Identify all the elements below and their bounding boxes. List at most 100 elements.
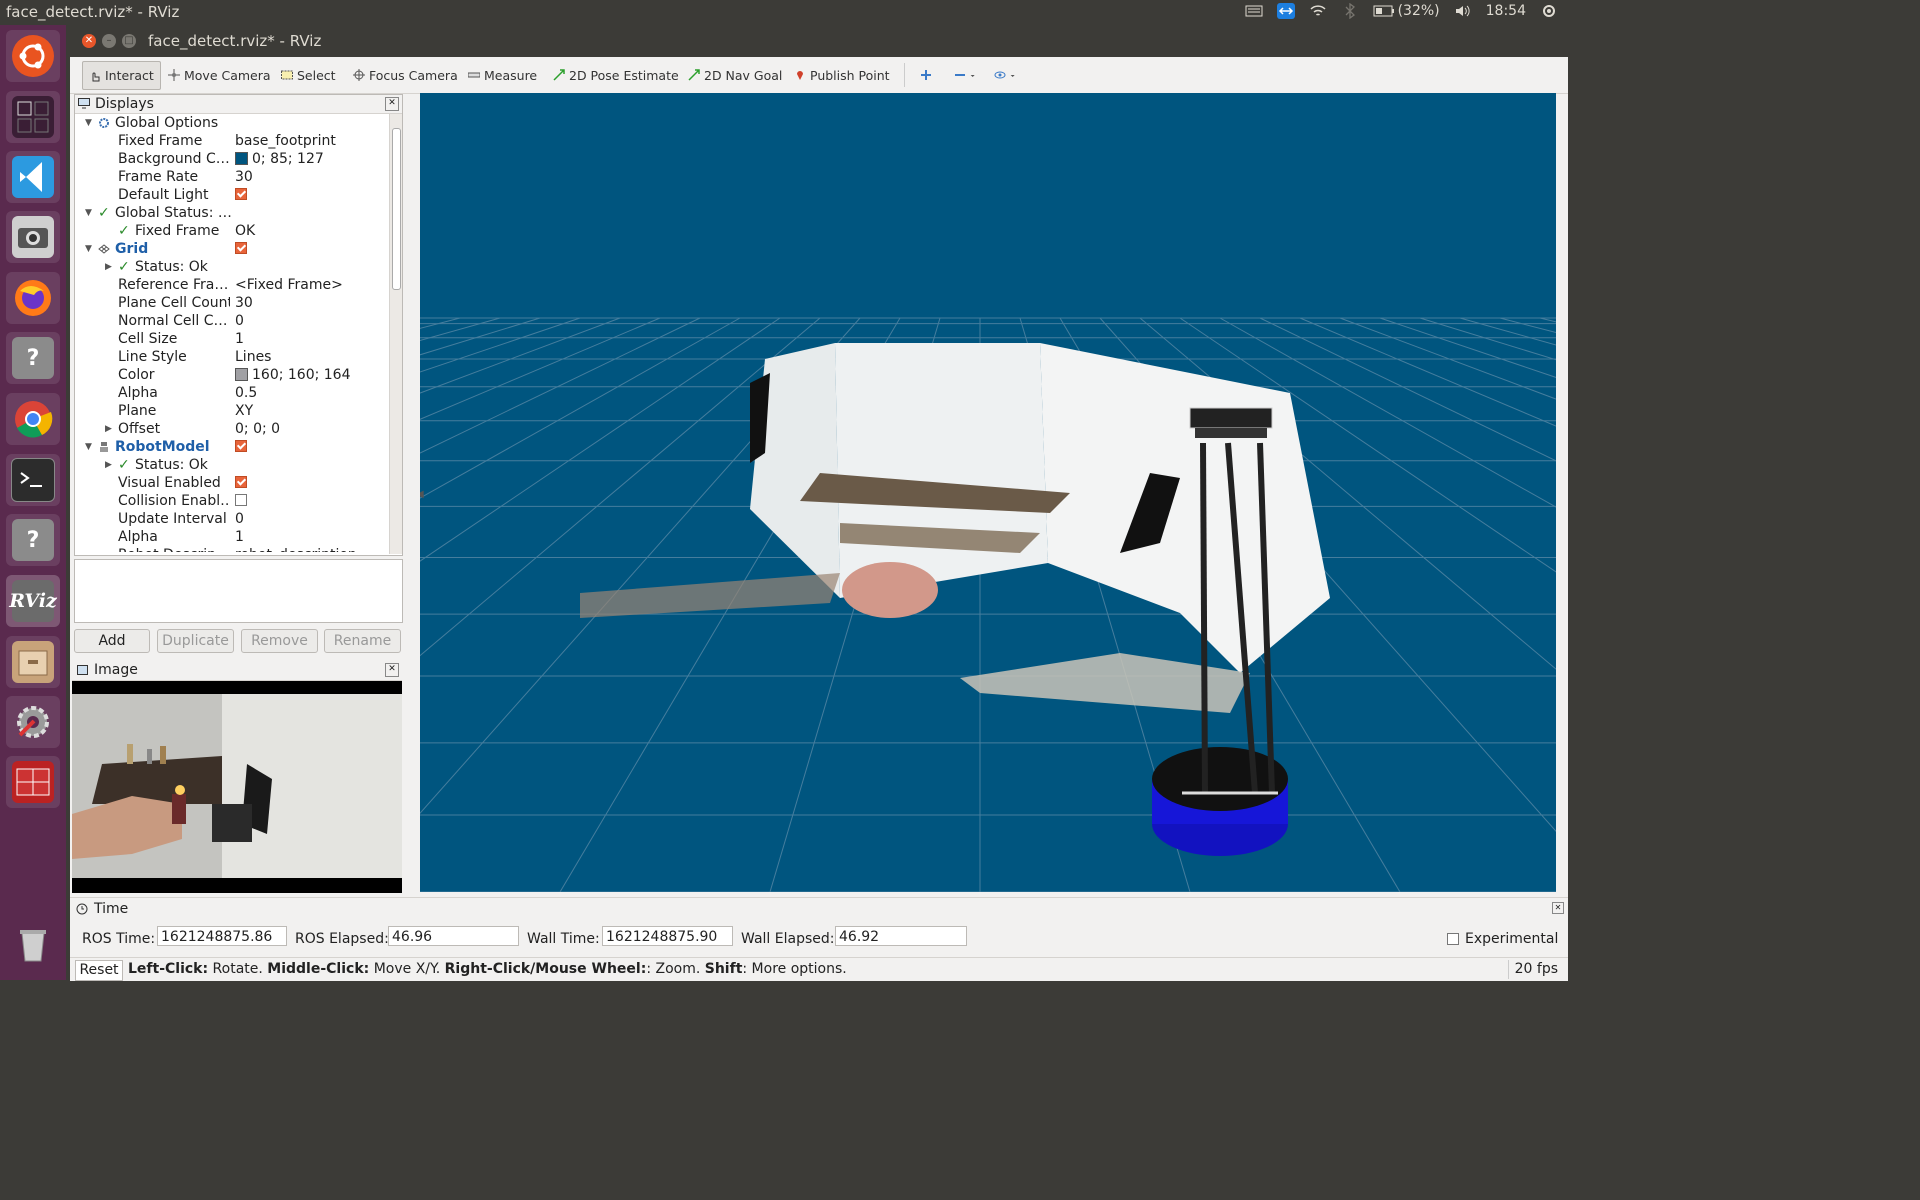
bluetooth-icon[interactable] — [1341, 3, 1359, 19]
displays-scrollbar[interactable] — [389, 114, 402, 554]
tree-row-fixed-frame[interactable]: Fixed Frame base_footprint — [75, 132, 387, 150]
tree-row-grid-status[interactable]: ▶ ✓ Status: Ok — [75, 258, 387, 276]
expand-arrow-icon[interactable]: ▼ — [85, 240, 92, 258]
launcher-item-ubuntu[interactable] — [6, 30, 60, 82]
tree-value[interactable]: 0 — [235, 312, 244, 330]
launcher-item-unknown-2[interactable]: ? — [6, 514, 60, 566]
tree-row-plane-cell-count[interactable]: Plane Cell Count 30 — [75, 294, 387, 312]
volume-icon[interactable] — [1454, 3, 1472, 19]
pose-estimate-tool-button[interactable]: 2D Pose Estimate — [553, 64, 679, 86]
expand-arrow-icon[interactable]: ▼ — [85, 204, 92, 222]
grid-enabled-checkbox[interactable] — [235, 240, 247, 258]
tree-value[interactable]: <Fixed Frame> — [235, 276, 343, 294]
tree-value[interactable]: XY — [235, 402, 253, 420]
launcher-item-vscode[interactable] — [6, 151, 60, 203]
3d-render-view[interactable]: ◀ — [420, 93, 1556, 892]
visual-enabled-checkbox[interactable] — [235, 474, 247, 492]
tool-properties-button[interactable] — [994, 64, 1018, 86]
tree-value[interactable]: 1 — [235, 330, 244, 348]
expand-arrow-icon[interactable]: ▼ — [85, 114, 92, 132]
minimize-window-button[interactable]: – — [102, 34, 116, 48]
publish-point-tool-button[interactable]: Publish Point — [794, 64, 890, 86]
tree-row-alpha[interactable]: Alpha 0.5 — [75, 384, 387, 402]
launcher-item-unknown-1[interactable]: ? — [6, 332, 60, 384]
tree-row-cell-size[interactable]: Cell Size 1 — [75, 330, 387, 348]
3d-scene[interactable]: ◀ — [420, 93, 1556, 892]
move-camera-tool-button[interactable]: Move Camera — [168, 64, 271, 86]
teamviewer-icon[interactable] — [1276, 3, 1295, 19]
left-splitter-arrow[interactable]: ◀ — [420, 489, 424, 500]
power-gear-icon[interactable] — [1540, 3, 1558, 19]
launcher-item-files[interactable] — [6, 636, 60, 688]
tree-value-color[interactable]: 0; 85; 127 — [235, 150, 324, 168]
add-display-button[interactable]: Add — [74, 629, 150, 653]
tree-row-default-light[interactable]: Default Light — [75, 186, 387, 204]
robotmodel-enabled-checkbox[interactable] — [235, 438, 247, 456]
duplicate-display-button[interactable]: Duplicate — [157, 629, 234, 653]
launcher-item-firefox[interactable] — [6, 272, 60, 324]
tree-row-plane[interactable]: Plane XY — [75, 402, 387, 420]
close-panel-button[interactable]: ✕ — [385, 97, 399, 111]
maximize-window-button[interactable]: □ — [122, 34, 136, 48]
tree-row-robotmodel[interactable]: ▼ RobotModel — [75, 438, 387, 456]
keyboard-icon[interactable] — [1245, 3, 1263, 19]
tree-row-robotmodel-status[interactable]: ▶ ✓ Status: Ok — [75, 456, 387, 474]
tree-row-grid[interactable]: ▼ Grid — [75, 240, 387, 258]
clock[interactable]: 18:54 — [1486, 3, 1526, 19]
ros-elapsed-field[interactable]: 46.96 — [388, 926, 519, 946]
wall-time-field[interactable]: 1621248875.90 — [602, 926, 733, 946]
add-tool-button[interactable] — [920, 64, 932, 86]
tree-row-line-style[interactable]: Line Style Lines — [75, 348, 387, 366]
measure-tool-button[interactable]: Measure — [468, 64, 537, 86]
tree-row-global-status[interactable]: ▼ ✓ Global Status: … — [75, 204, 387, 222]
tree-value-color[interactable]: 160; 160; 164 — [235, 366, 351, 384]
collapse-arrow-icon[interactable]: ▶ — [105, 420, 112, 438]
select-tool-button[interactable]: Select — [281, 64, 336, 86]
tree-row-normal-cell-count[interactable]: Normal Cell C… 0 — [75, 312, 387, 330]
collapse-arrow-icon[interactable]: ▶ — [105, 456, 112, 474]
launcher-item-system-monitor[interactable] — [6, 756, 60, 808]
tree-value[interactable]: 0 — [235, 510, 244, 528]
ros-time-field[interactable]: 1621248875.86 — [157, 926, 287, 946]
tree-row-color[interactable]: Color 160; 160; 164 — [75, 366, 387, 384]
tree-row-collision-enabled[interactable]: Collision Enabl… — [75, 492, 387, 510]
tree-value[interactable]: Lines — [235, 348, 271, 366]
tree-value[interactable]: 1 — [235, 528, 244, 546]
reset-button[interactable]: Reset — [75, 960, 123, 981]
wifi-icon[interactable] — [1309, 3, 1327, 19]
launcher-item-rviz[interactable]: RViz — [6, 575, 60, 627]
tree-row-robot-description[interactable]: Robot Descrip… robot_description — [75, 546, 387, 552]
default-light-checkbox[interactable] — [235, 186, 247, 204]
nav-goal-tool-button[interactable]: 2D Nav Goal — [688, 64, 782, 86]
tree-value[interactable]: 0.5 — [235, 384, 257, 402]
launcher-item-screenshot[interactable] — [6, 211, 60, 263]
tree-value[interactable]: 0; 0; 0 — [235, 420, 280, 438]
launcher-item-chrome[interactable] — [6, 393, 60, 445]
tree-value[interactable]: 30 — [235, 168, 253, 186]
launcher-item-terminal[interactable] — [6, 454, 60, 506]
tree-row-fixed-frame-status[interactable]: ✓ Fixed Frame OK — [75, 222, 387, 240]
tree-value[interactable]: 30 — [235, 294, 253, 312]
expand-arrow-icon[interactable]: ▼ — [85, 438, 92, 456]
rename-display-button[interactable]: Rename — [324, 629, 401, 653]
close-panel-button[interactable]: ✕ — [385, 663, 399, 677]
tree-row-background-color[interactable]: Background C… 0; 85; 127 — [75, 150, 387, 168]
launcher-item-workspaces[interactable] — [6, 91, 60, 143]
close-window-button[interactable]: ✕ — [82, 34, 96, 48]
collapse-arrow-icon[interactable]: ▶ — [105, 258, 112, 276]
tree-row-frame-rate[interactable]: Frame Rate 30 — [75, 168, 387, 186]
tree-row-update-interval[interactable]: Update Interval 0 — [75, 510, 387, 528]
focus-camera-tool-button[interactable]: Focus Camera — [353, 64, 458, 86]
tree-row-alpha-robot[interactable]: Alpha 1 — [75, 528, 387, 546]
tree-row-offset[interactable]: ▶ Offset 0; 0; 0 — [75, 420, 387, 438]
tree-value[interactable]: base_footprint — [235, 132, 336, 150]
experimental-checkbox[interactable] — [1447, 932, 1459, 948]
tree-value[interactable]: robot_description — [235, 546, 357, 552]
remove-tool-button[interactable] — [954, 64, 978, 86]
tree-row-global-options[interactable]: ▼ Global Options — [75, 114, 387, 132]
interact-tool-button[interactable]: Interact — [82, 61, 161, 90]
wall-elapsed-field[interactable]: 46.92 — [835, 926, 967, 946]
tree-row-visual-enabled[interactable]: Visual Enabled — [75, 474, 387, 492]
tree-row-reference-frame[interactable]: Reference Fra… <Fixed Frame> — [75, 276, 387, 294]
collision-enabled-checkbox[interactable] — [235, 492, 247, 510]
